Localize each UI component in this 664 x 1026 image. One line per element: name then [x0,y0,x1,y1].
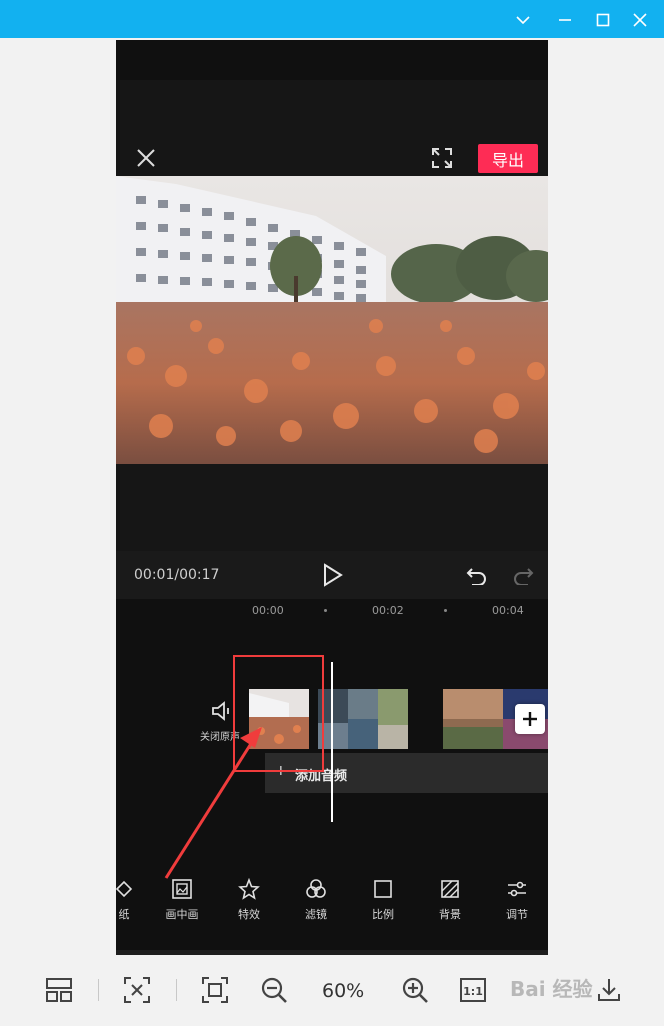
sticker-icon [116,880,133,898]
maximize-icon[interactable] [590,7,616,33]
ruler-label: 00:02 [372,604,404,617]
tool-background[interactable]: 背景 [424,878,476,922]
playhead[interactable] [331,662,333,822]
layout-icon[interactable] [44,975,74,1005]
fit-window-icon[interactable] [122,975,152,1005]
tool-sticker[interactable]: 纸 [116,878,150,922]
separator [98,979,99,1001]
tool-ratio[interactable]: 比例 [357,878,409,922]
actual-size-icon[interactable] [200,975,230,1005]
tool-label: 比例 [372,908,394,921]
tool-label: 特效 [238,908,260,921]
tool-picture-in-picture[interactable]: 画中画 [156,878,208,922]
picture-in-picture-icon [172,879,192,899]
ruler-label: 00:00 [252,604,284,617]
viewer-toolbar: 60% 1:1 Bai 经验 [0,955,664,1026]
one-to-one-icon[interactable]: 1:1 [458,975,488,1005]
sliders-icon [508,881,526,897]
playback-controls: 00:01/00:17 [116,551,548,599]
preview-image [116,176,548,464]
ratio-icon [374,880,392,898]
add-clip-button[interactable] [515,704,545,734]
redo-icon[interactable] [512,565,534,585]
undo-icon[interactable] [466,565,488,585]
star-icon [238,878,260,900]
tool-adjust[interactable]: 调节 [491,878,543,922]
annotation-highlight-box [233,655,324,772]
ruler-label: 00:04 [492,604,524,617]
video-preview [116,176,548,464]
minimize-icon[interactable] [552,7,578,33]
separator [176,979,177,1001]
tool-filters[interactable]: 滤镜 [290,878,342,922]
tool-label: 画中画 [165,908,199,921]
zoom-in-icon[interactable] [400,975,430,1005]
tool-label: 背景 [439,908,461,921]
window-titlebar [0,0,664,38]
phone-screen: 导出 00:01/00:17 00:00 00:02 00:04 关闭原声 + … [116,40,548,955]
baidu-watermark: Bai 经验 [510,977,593,1001]
filter-icon [306,879,326,898]
tool-label: 纸 [118,908,130,921]
close-icon[interactable] [627,7,653,33]
tool-label: 滤镜 [305,908,327,921]
tool-effects[interactable]: 特效 [223,878,275,922]
svg-text:1:1: 1:1 [463,985,483,998]
play-icon[interactable] [322,563,344,587]
chevron-down-icon[interactable] [510,7,536,33]
download-icon[interactable] [594,975,624,1005]
export-button[interactable]: 导出 [478,144,538,173]
background-icon [441,880,459,898]
fullscreen-icon[interactable] [430,146,454,170]
editor-toolbar: 纸 画中画 特效 滤镜 比例 背景 调节 [116,878,548,938]
close-editor-icon[interactable] [134,146,158,170]
time-ruler: 00:00 00:02 00:04 [116,599,548,625]
tool-label: 调节 [506,908,528,921]
plus-icon [523,712,537,726]
speaker-icon [212,701,229,721]
ruler-dot [324,609,327,612]
zoom-out-icon[interactable] [259,975,289,1005]
zoom-level: 60% [322,980,365,1002]
timecode: 00:01/00:17 [134,567,220,583]
ruler-dot [444,609,447,612]
